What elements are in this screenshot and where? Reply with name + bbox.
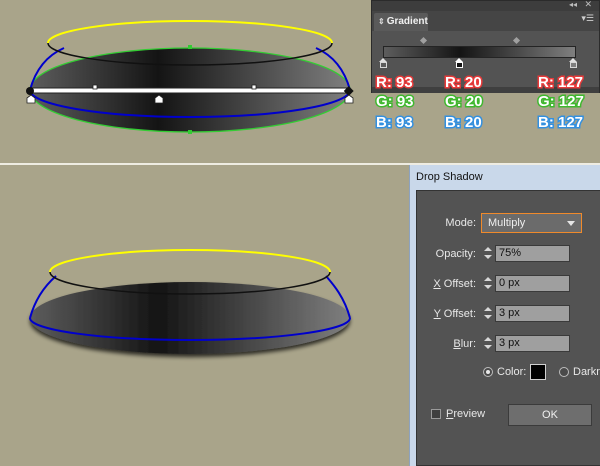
gradient-stop[interactable] (379, 58, 388, 69)
midpoint-diamond[interactable] (419, 36, 428, 45)
darkness-radio[interactable] (559, 367, 569, 377)
mode-label: Mode: (445, 217, 476, 229)
color-radio[interactable] (483, 367, 493, 377)
bottom-shape (29, 249, 351, 354)
stop2-blue-label: B: 20 (444, 113, 484, 133)
opacity-label: Opacity: (435, 248, 476, 260)
y-offset-label: Y Offset: (416, 308, 476, 320)
double-chevron-icon[interactable]: ◂◂ (569, 0, 577, 9)
chevron-down-icon (567, 221, 575, 226)
ok-button[interactable]: OK (508, 404, 592, 426)
stop3-red-label: R: 127 (536, 73, 584, 93)
mode-select[interactable]: Multiply (481, 213, 582, 233)
gradient-ramp[interactable] (383, 46, 576, 58)
x-offset-label: X Offset: (416, 278, 476, 290)
stop3-green-label: G: 127 (537, 92, 586, 112)
color-label: Color: (497, 366, 527, 378)
gradient-stop[interactable] (569, 58, 578, 69)
x-offset-label-text: Offset: (443, 278, 476, 290)
gradient-stop-selected[interactable] (455, 58, 464, 69)
opacity-stepper[interactable] (483, 245, 493, 261)
shadow-color-swatch[interactable] (530, 364, 546, 380)
blur-field[interactable]: 3 px (495, 335, 570, 352)
close-icon[interactable]: ✕ (584, 0, 592, 10)
tab-gradient-label: Gradient (386, 16, 428, 27)
opacity-field[interactable]: 75% (495, 245, 570, 262)
gradient-annotator-bar[interactable] (29, 87, 351, 94)
stop2-green-label: G: 20 (444, 92, 484, 112)
stop1-blue-label: B: 93 (375, 113, 415, 133)
preview-label: Preview (446, 408, 485, 420)
updown-icon: ⇕ (378, 17, 385, 26)
y-offset-mnemonic: Y (433, 308, 441, 320)
blur-label: Blur: (416, 338, 476, 350)
blur-label-text: lur: (460, 338, 476, 350)
blur-stepper[interactable] (483, 335, 493, 351)
stop1-red-label: R: 93 (375, 73, 415, 93)
y-offset-stepper[interactable] (483, 305, 493, 321)
x-offset-stepper[interactable] (483, 275, 493, 291)
y-offset-label-text: Offset: (443, 308, 476, 320)
shadowed-gradient-ellipse (30, 282, 350, 354)
panel-title-bar[interactable]: ◂◂ ✕ (372, 0, 599, 11)
stop2-red-label: R: 20 (444, 73, 484, 93)
panel-menu-icon[interactable]: ▾☰ (581, 14, 594, 24)
anchor-point (188, 45, 192, 49)
anchor-point (188, 130, 192, 134)
y-offset-field[interactable]: 3 px (495, 305, 570, 322)
dialog-title: Drop Shadow (416, 171, 483, 183)
midpoint-diamond[interactable] (512, 36, 521, 45)
annotator-midpoint[interactable] (251, 84, 257, 90)
preview-checkbox[interactable] (431, 409, 441, 419)
stop3-blue-label: B: 127 (536, 113, 584, 133)
annotator-midpoint[interactable] (92, 84, 98, 90)
stop1-green-label: G: 93 (375, 92, 415, 112)
blur-mnemonic: B (453, 338, 461, 350)
tab-gradient[interactable]: ⇕ Gradient (374, 13, 428, 31)
yellow-path (47, 20, 333, 44)
yellow-path (49, 249, 331, 273)
panel-tab-row: ⇕ Gradient ▾☰ (372, 11, 599, 31)
preview-label-text: review (453, 408, 486, 420)
x-offset-mnemonic: X (433, 278, 441, 290)
annotator-origin-handle[interactable] (26, 87, 34, 95)
top-shape (26, 20, 354, 134)
darkness-label: Darkn (573, 366, 600, 378)
mode-select-value: Multiply (488, 217, 526, 229)
x-offset-field[interactable]: 0 px (495, 275, 570, 292)
